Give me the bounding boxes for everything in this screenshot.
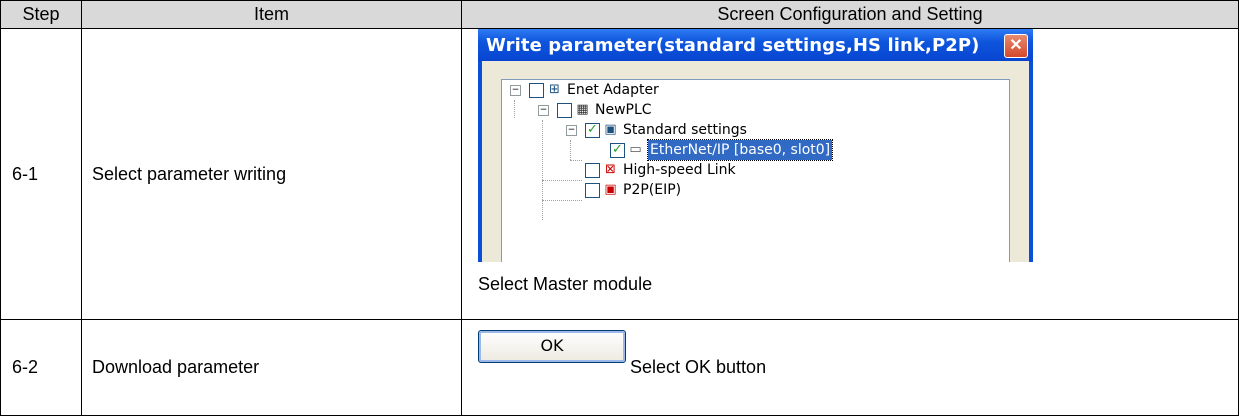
checkbox[interactable] — [610, 140, 625, 160]
caption-select-ok: Select OK button — [630, 357, 767, 377]
tree-node-ethernet-ip[interactable]: ▭ EtherNet/IP [base0, slot0] — [502, 139, 922, 161]
checkbox[interactable] — [529, 83, 544, 98]
write-parameter-dialog: Write parameter(standard settings,HS lin… — [478, 29, 1033, 262]
checkbox[interactable] — [585, 163, 600, 178]
tree-node-p2p[interactable]: ▣ P2P(EIP) — [502, 180, 902, 200]
ok-button[interactable]: OK — [478, 330, 626, 363]
header-step: Step — [0, 0, 82, 29]
tree-node-enet-adapter[interactable]: − ⊞ Enet Adapter — [502, 80, 902, 100]
caption-select-master: Select Master module — [478, 274, 653, 294]
tree-node-high-speed-link[interactable]: ⊠ High-speed Link — [502, 160, 902, 180]
ethernet-module-icon: ▭ — [629, 142, 642, 157]
tree-node-standard-settings[interactable]: − ▣ Standard settings — [502, 120, 902, 140]
steps-table: Step Item Screen Configuration and Setti… — [0, 0, 1239, 416]
checkbox[interactable] — [585, 183, 600, 198]
tree-node-label: NewPLC — [595, 102, 652, 118]
config-cell: Write parameter(standard settings,HS lin… — [461, 28, 1239, 320]
dialog-title: Write parameter(standard settings,HS lin… — [486, 35, 980, 56]
close-button[interactable]: ✕ — [1004, 34, 1028, 58]
parameter-tree[interactable]: − ⊞ Enet Adapter − ▦ NewPLC − ✓ ▣ Standa… — [501, 79, 1010, 262]
config-cell: OK Select OK button — [461, 319, 1239, 416]
step-number: 6-1 — [0, 28, 82, 320]
dialog-titlebar: Write parameter(standard settings,HS lin… — [478, 29, 1033, 61]
tree-node-newplc[interactable]: − ▦ NewPLC — [502, 100, 902, 120]
collapse-icon[interactable]: − — [538, 105, 549, 116]
checkbox[interactable] — [557, 103, 572, 118]
dialog-body: − ⊞ Enet Adapter − ▦ NewPLC − ✓ ▣ Standa… — [482, 61, 1029, 262]
network-adapter-icon: ⊞ — [549, 82, 560, 97]
table-row: 6-2 Download parameter OK Select OK butt… — [0, 319, 1239, 416]
p2p-icon: ▣ — [604, 182, 617, 197]
checkbox[interactable] — [585, 120, 600, 140]
collapse-icon[interactable]: − — [566, 125, 577, 136]
tree-node-label: High-speed Link — [623, 162, 736, 178]
settings-icon: ▣ — [604, 122, 617, 137]
tree-node-label: Enet Adapter — [567, 82, 659, 98]
header-config: Screen Configuration and Setting — [461, 0, 1239, 29]
step-number: 6-2 — [0, 319, 82, 416]
step-item: Download parameter — [81, 319, 462, 416]
tree-node-label: EtherNet/IP [base0, slot0] — [646, 139, 834, 161]
collapse-icon[interactable]: − — [510, 85, 521, 96]
tree-node-label: Standard settings — [623, 122, 747, 138]
hs-link-icon: ⊠ — [605, 162, 616, 177]
header-item: Item — [81, 0, 462, 29]
header-row: Step Item Screen Configuration and Setti… — [0, 0, 1239, 29]
tree-node-label: P2P(EIP) — [623, 182, 682, 198]
plc-icon: ▦ — [576, 102, 589, 117]
step-item: Select parameter writing — [81, 28, 462, 320]
table-row: 6-1 Select parameter writing Write param… — [0, 28, 1239, 320]
